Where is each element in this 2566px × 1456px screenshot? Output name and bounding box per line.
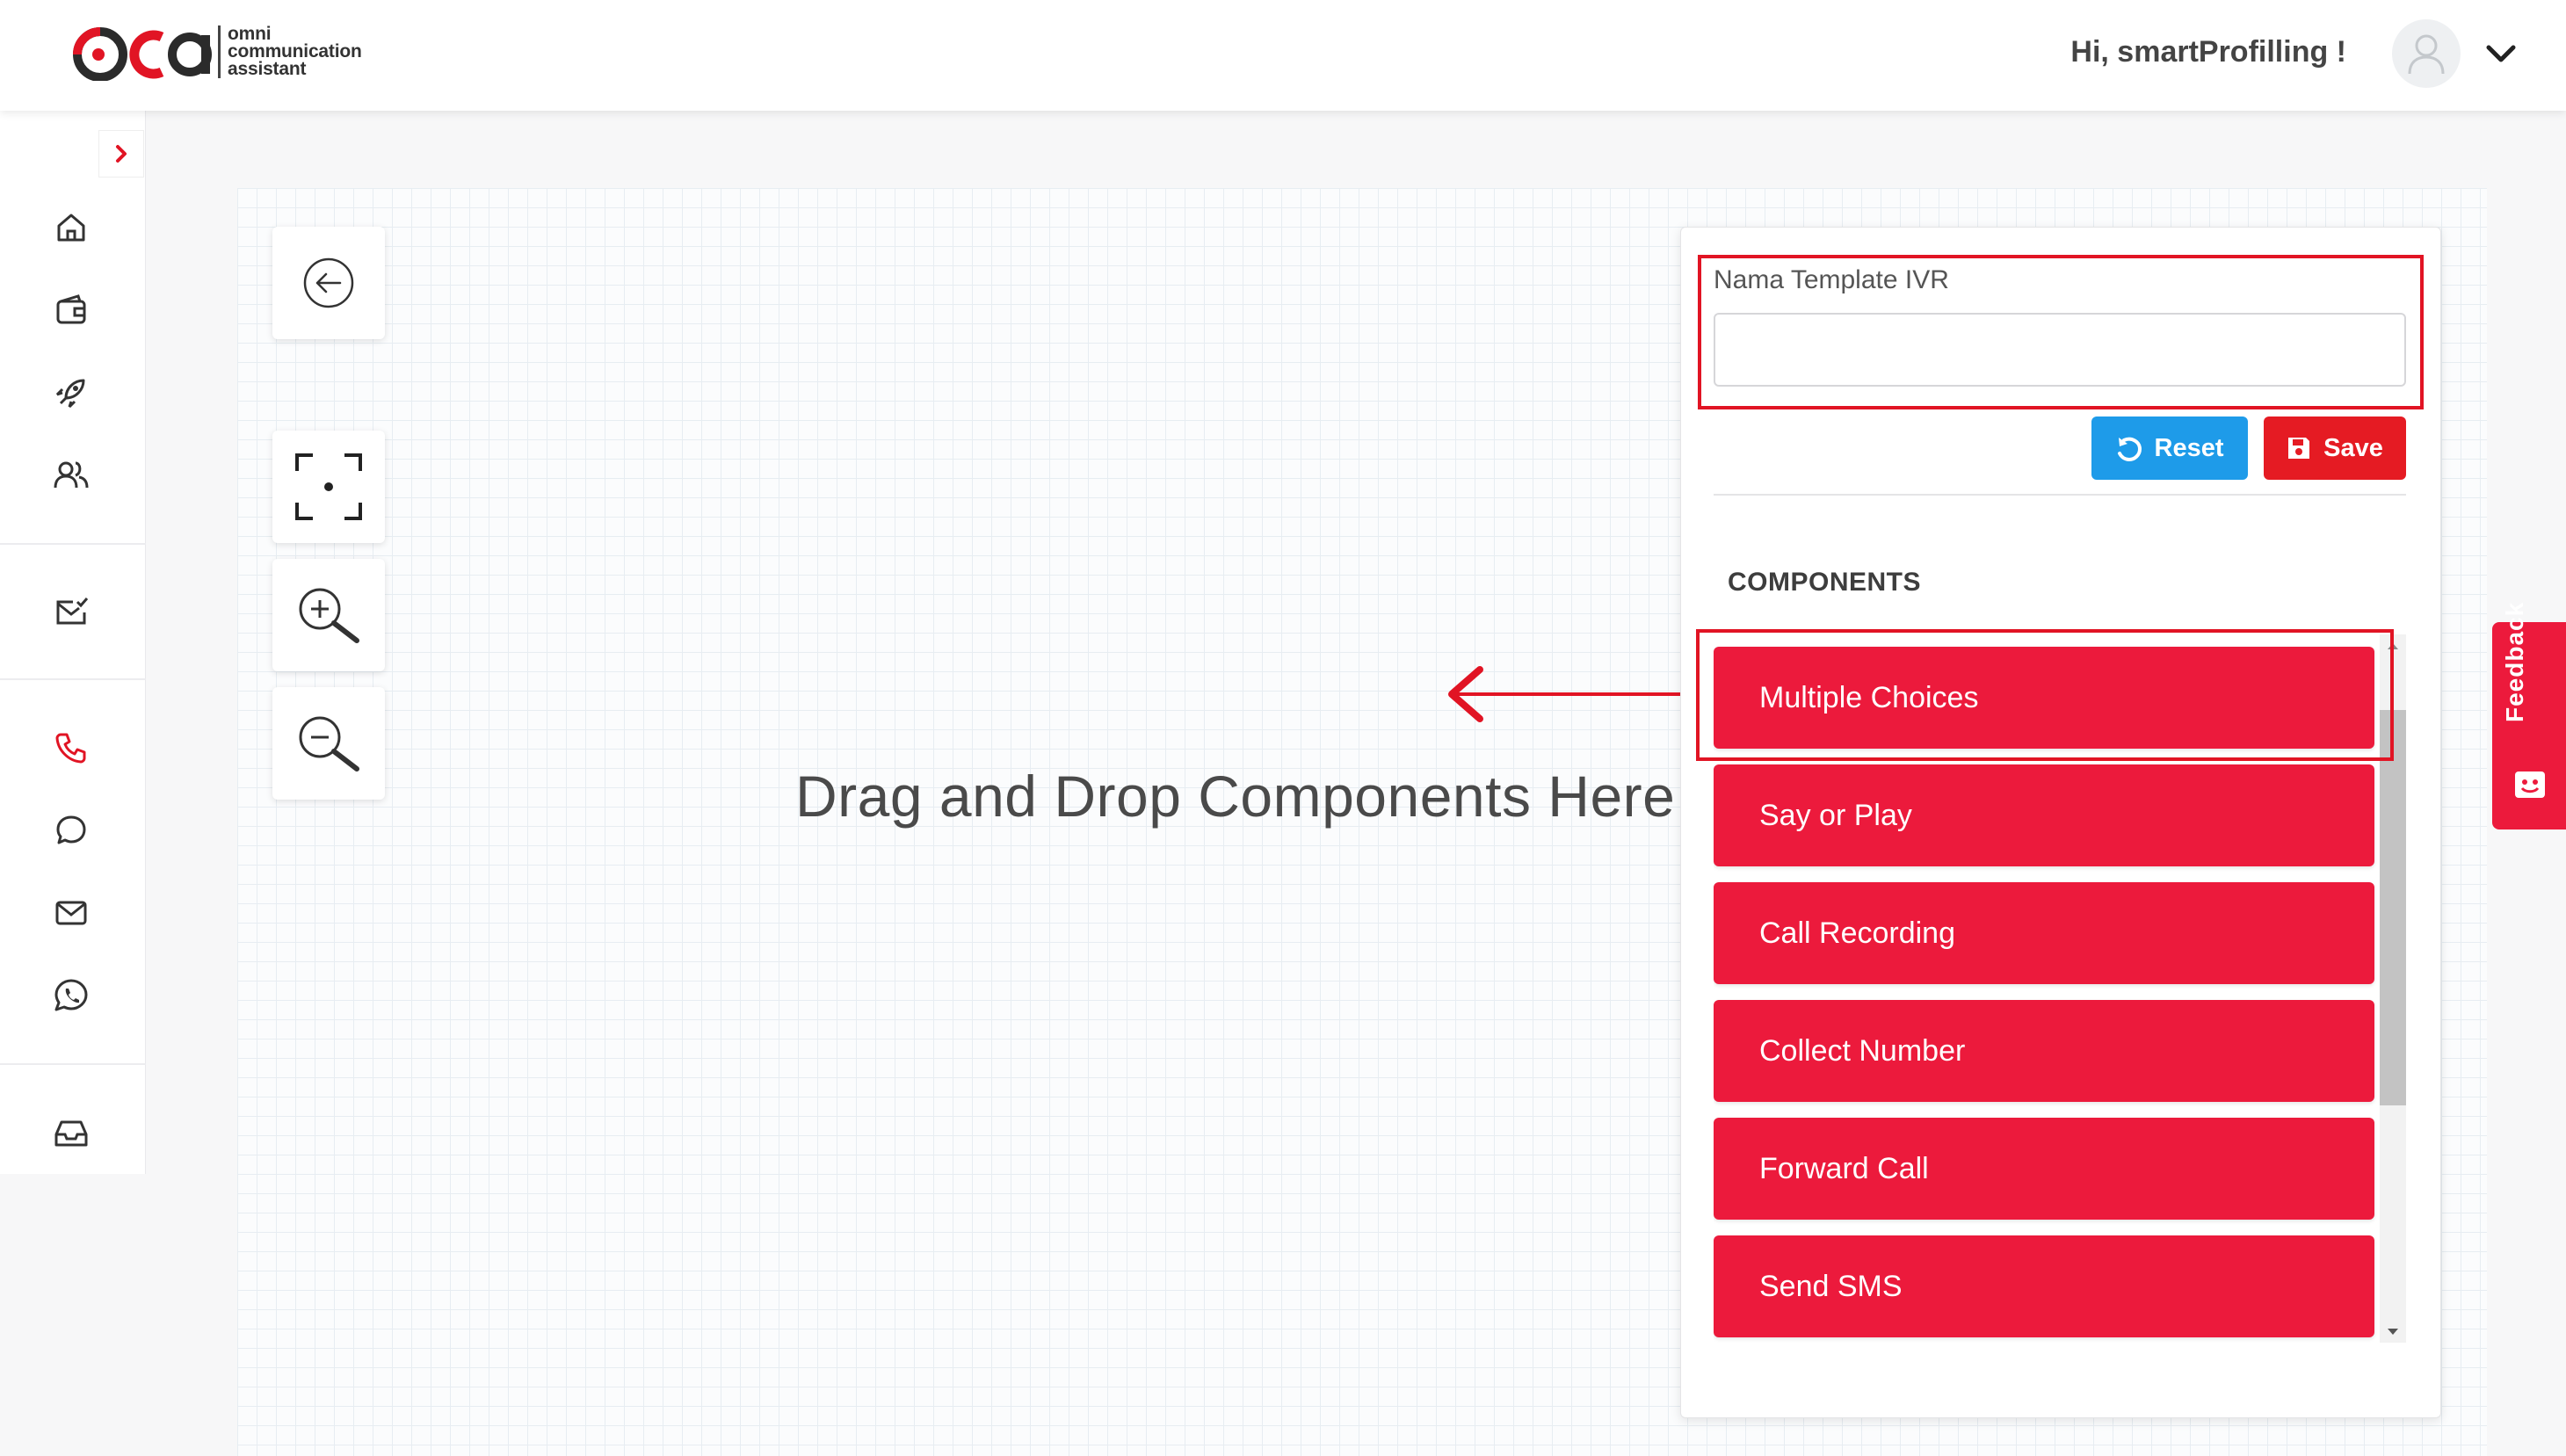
sidebar-divider xyxy=(0,1063,146,1065)
chevron-right-icon xyxy=(116,145,127,163)
logo-separator xyxy=(218,25,221,78)
drag-direction-arrow-icon xyxy=(1448,666,1701,722)
top-header: omni communication assistant Hi, smartPr… xyxy=(0,0,2566,111)
sidebar-item-verified-mail[interactable] xyxy=(49,590,93,634)
save-button[interactable]: Save xyxy=(2264,417,2406,480)
arrow-left-circle-icon xyxy=(303,257,354,308)
fit-view-button[interactable] xyxy=(272,431,385,543)
sidebar-divider xyxy=(0,543,146,545)
logo-word-3: assistant xyxy=(228,59,307,79)
components-scrollbar-thumb[interactable] xyxy=(2380,710,2406,1105)
sidebar-item-wallet[interactable] xyxy=(49,288,93,332)
sidebar-expand-button[interactable] xyxy=(98,130,144,177)
panel-divider xyxy=(1714,494,2406,496)
mail-icon xyxy=(55,901,87,925)
drop-zone-hint: Drag and Drop Components Here xyxy=(795,764,1676,829)
inbox-icon xyxy=(54,1120,88,1147)
sidebar-item-contacts[interactable] xyxy=(49,453,93,497)
zoom-in-button[interactable] xyxy=(272,559,385,671)
back-button[interactable] xyxy=(272,227,385,339)
zoom-out-icon xyxy=(299,716,359,771)
sidebar-item-inbox[interactable] xyxy=(49,1111,93,1155)
component-call-recording[interactable]: Call Recording xyxy=(1714,882,2374,984)
user-icon xyxy=(2408,34,2445,75)
components-heading: COMPONENTS xyxy=(1728,568,1922,597)
logo-wordmark: omni communication assistant xyxy=(228,25,362,78)
reset-button[interactable]: Reset xyxy=(2091,417,2248,480)
whatsapp-icon xyxy=(54,979,88,1011)
undo-icon xyxy=(2117,437,2142,461)
sidebar-item-voice[interactable] xyxy=(49,726,93,770)
sidebar-item-email[interactable] xyxy=(49,891,93,935)
feedback-tab[interactable]: Feedback xyxy=(2492,602,2566,829)
logo-word-1: omni xyxy=(228,24,272,44)
user-avatar[interactable] xyxy=(2392,19,2461,88)
component-say-or-play[interactable]: Say or Play xyxy=(1714,764,2374,866)
users-icon xyxy=(54,461,89,489)
mail-check-icon xyxy=(56,598,89,625)
sidebar-item-campaign[interactable] xyxy=(49,371,93,415)
template-name-label: Nama Template IVR xyxy=(1714,265,1949,294)
logo-word-2: communication xyxy=(228,41,362,62)
oca-logo[interactable]: omni communication assistant xyxy=(67,23,362,82)
feedback-label: Feedback xyxy=(2501,601,2528,722)
zoom-out-button[interactable] xyxy=(272,687,385,800)
component-multiple-choices[interactable]: Multiple Choices xyxy=(1714,647,2374,749)
home-icon xyxy=(57,214,85,242)
sidebar-divider xyxy=(0,678,146,680)
floppy-disk-icon xyxy=(2288,438,2310,459)
user-menu-chevron-down-icon[interactable] xyxy=(2483,39,2519,70)
focus-frame-icon xyxy=(295,453,362,520)
scroll-up-arrow-icon[interactable] xyxy=(2383,636,2403,656)
chat-bubble-icon xyxy=(56,815,86,844)
template-name-input[interactable] xyxy=(1714,313,2406,387)
sidebar xyxy=(0,111,146,1174)
zoom-in-icon xyxy=(299,588,359,643)
component-send-sms[interactable]: Send SMS xyxy=(1714,1235,2374,1337)
phone-icon xyxy=(55,733,86,764)
oca-logo-mark xyxy=(67,23,214,82)
rocket-icon xyxy=(55,379,85,409)
smiley-chat-icon xyxy=(2515,771,2545,798)
component-forward-call[interactable]: Forward Call xyxy=(1714,1118,2374,1220)
components-list: Multiple Choices Say or Play Call Record… xyxy=(1714,634,2406,1343)
save-label: Save xyxy=(2323,433,2383,462)
sidebar-item-whatsapp[interactable] xyxy=(49,974,93,1018)
user-greeting: Hi, smartProfilling ! xyxy=(2070,35,2346,69)
sidebar-item-chat[interactable] xyxy=(49,808,93,852)
component-collect-number[interactable]: Collect Number xyxy=(1714,1000,2374,1102)
wallet-icon xyxy=(56,294,86,324)
scroll-down-arrow-icon[interactable] xyxy=(2383,1322,2403,1341)
sidebar-item-home[interactable] xyxy=(49,206,93,250)
reset-label: Reset xyxy=(2154,433,2224,462)
